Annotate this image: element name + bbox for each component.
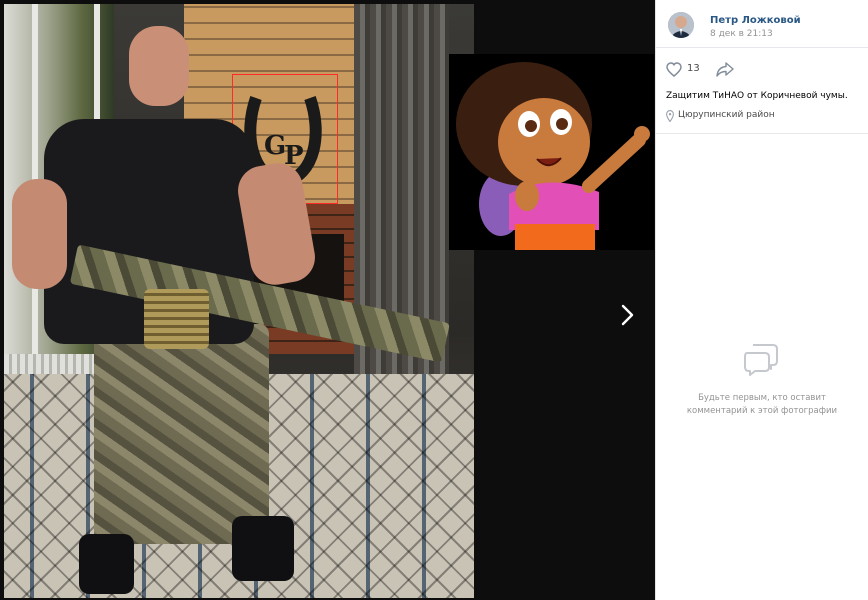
ammo-belt bbox=[144, 289, 209, 349]
empty-comments-line: комментарий к этой фотографии bbox=[686, 406, 838, 416]
cartoon-girl-illustration bbox=[449, 54, 654, 250]
share-arrow-icon[interactable] bbox=[716, 62, 734, 77]
person-arm bbox=[12, 179, 67, 289]
chevron-right-icon[interactable] bbox=[615, 302, 639, 328]
post-date[interactable]: 8 дек в 21:13 bbox=[710, 29, 773, 39]
empty-comments-message: Будьте первым, кто оставит комментарий к… bbox=[672, 392, 852, 418]
author-name-link[interactable]: Петр Ложковой bbox=[710, 15, 801, 26]
divider bbox=[656, 47, 868, 48]
speech-bubbles-icon bbox=[744, 344, 778, 376]
svg-text:G: G bbox=[264, 131, 286, 161]
post-side-panel: Петр Ложковой 8 дек в 21:13 13 Zащитим Т… bbox=[655, 0, 868, 600]
like-count: 13 bbox=[687, 63, 700, 74]
person-head bbox=[129, 26, 189, 106]
cartoon-inset-image bbox=[449, 54, 654, 250]
divider bbox=[656, 133, 868, 134]
post-caption: Zащитим ТиНАО от Коричневой чумы. bbox=[666, 91, 848, 101]
avatar[interactable] bbox=[668, 12, 694, 38]
boot bbox=[79, 534, 134, 594]
photo-viewer: G P bbox=[0, 0, 655, 600]
post-author: Петр Ложковой 8 дек в 21:13 bbox=[668, 12, 858, 46]
main-photo[interactable]: G P bbox=[4, 4, 474, 598]
location-link[interactable]: Цюрупинский район bbox=[678, 110, 775, 120]
map-pin-icon bbox=[666, 110, 674, 122]
camo-pants bbox=[94, 324, 269, 544]
heart-icon[interactable] bbox=[666, 62, 682, 77]
boot bbox=[232, 516, 294, 581]
empty-comments-line: Будьте первым, кто оставит bbox=[698, 393, 826, 403]
